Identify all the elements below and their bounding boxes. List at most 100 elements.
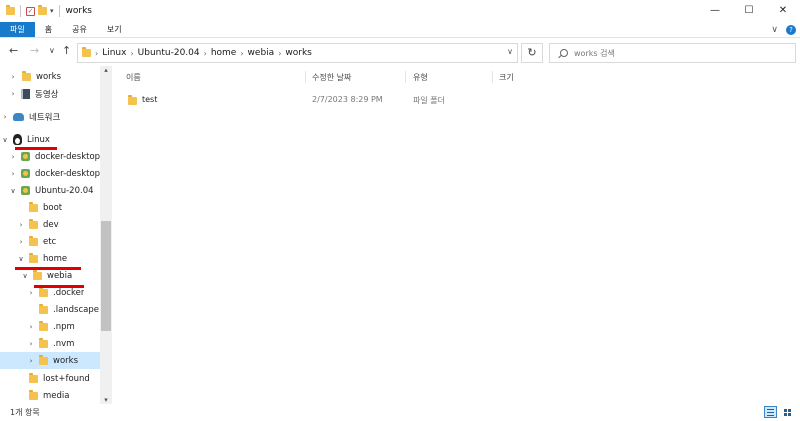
tree-item-works-pinned[interactable]: › works (0, 68, 100, 85)
tree-item-linux[interactable]: ∨ Linux (0, 131, 100, 148)
large-icons-view-icon[interactable] (781, 406, 794, 418)
tree-item-label: boot (43, 202, 63, 213)
annotation-underline-linux (15, 147, 57, 150)
chevron-right-icon[interactable]: › (26, 340, 36, 348)
divider (58, 5, 60, 17)
chevron-right-icon[interactable]: › (26, 357, 36, 365)
chevron-right-icon[interactable]: › (16, 238, 26, 246)
chevron-down-icon[interactable]: ∨ (16, 255, 26, 263)
window-controls: — ☐ ✕ (698, 0, 800, 22)
tree-item-docker-desktop[interactable]: › docker-desktop (0, 148, 100, 165)
tree-item-label: webia (47, 270, 73, 281)
tree-item-dev[interactable]: › dev (0, 216, 100, 233)
file-list: 이름 수정한 날짜 유형 크기 test 2/7/2023 8:29 PM 파일… (112, 66, 800, 404)
properties-icon[interactable]: ✓ (26, 6, 35, 16)
tree-item-network[interactable]: › 네트워크 (0, 108, 100, 125)
divider (20, 5, 21, 17)
column-header-date-modified[interactable]: 수정한 날짜 (312, 72, 351, 83)
chevron-right-icon[interactable]: › (8, 90, 18, 98)
chevron-right-icon[interactable]: › (204, 49, 207, 58)
tree-item-lost-found[interactable]: lost+found (0, 370, 100, 387)
search-input[interactable]: works 검색 (549, 43, 796, 63)
folder-icon (128, 95, 137, 105)
tab-file[interactable]: 파일 (0, 22, 35, 37)
customize-toolbar-icon[interactable]: ▾ (50, 7, 54, 15)
breadcrumb-webia[interactable]: webia (248, 48, 275, 58)
tab-share[interactable]: 공유 (62, 22, 97, 37)
scrollbar-thumb[interactable] (101, 221, 111, 331)
tree-item-label: Ubuntu-20.04 (35, 185, 94, 196)
tree-item-ubuntu[interactable]: ∨ Ubuntu-20.04 (0, 182, 100, 199)
address-bar[interactable]: › Linux › Ubuntu-20.04 › home › webia › … (77, 43, 518, 63)
expand-ribbon-button[interactable]: ∨ (771, 22, 778, 38)
tree-item-label: 동영상 (35, 89, 59, 100)
forward-button[interactable]: → (30, 44, 39, 57)
tree-item-label: .docker (53, 287, 85, 298)
tree-item-boot[interactable]: boot (0, 199, 100, 216)
chevron-right-icon[interactable]: › (16, 221, 26, 229)
minimize-button[interactable]: — (698, 0, 732, 22)
breadcrumb-works[interactable]: works (285, 48, 311, 58)
folder-icon (29, 218, 38, 229)
breadcrumb-linux[interactable]: Linux (102, 48, 126, 58)
up-button[interactable]: ↑ (62, 44, 71, 57)
file-type: 파일 폴더 (413, 96, 445, 105)
folder-icon (33, 269, 42, 280)
chevron-right-icon[interactable]: › (278, 49, 281, 58)
chevron-right-icon[interactable]: › (95, 49, 98, 58)
chevron-down-icon[interactable]: ∨ (8, 187, 18, 195)
column-header-name[interactable]: 이름 (126, 72, 141, 83)
breadcrumb-ubuntu[interactable]: Ubuntu-20.04 (138, 48, 200, 58)
distro-icon (21, 152, 30, 161)
tree-item-landscape[interactable]: .landscape (0, 301, 100, 318)
file-row[interactable]: test 2/7/2023 8:29 PM 파일 폴더 (112, 92, 800, 109)
address-dropdown-button[interactable]: ∨ (507, 47, 513, 56)
chevron-right-icon[interactable]: › (240, 49, 243, 58)
back-button[interactable]: ← (9, 44, 18, 57)
scroll-up-button[interactable]: ▴ (100, 66, 112, 74)
tab-home[interactable]: 홈 (35, 22, 62, 37)
tree-item-home[interactable]: ∨ home (0, 250, 100, 267)
navigation-scrollbar[interactable]: ▴ ▾ (100, 66, 112, 404)
tree-item-label: works (36, 71, 61, 82)
tree-item-nvm[interactable]: › .nvm (0, 335, 100, 352)
details-view-icon[interactable] (764, 406, 777, 418)
column-header-size[interactable]: 크기 (499, 72, 514, 83)
tree-item-videos[interactable]: › 동영상 (0, 85, 100, 102)
column-divider[interactable] (405, 71, 406, 83)
tab-view[interactable]: 보기 (97, 22, 132, 37)
navigation-pane: › works › 동영상 › 네트워크 ∨ Linux › docker-de… (0, 66, 112, 404)
help-icon[interactable]: ? (786, 25, 796, 35)
chevron-down-icon[interactable]: ∨ (0, 136, 10, 144)
chevron-right-icon[interactable]: › (0, 113, 10, 121)
breadcrumb-home[interactable]: home (211, 48, 237, 58)
tree-item-etc[interactable]: › etc (0, 233, 100, 250)
chevron-right-icon[interactable]: › (8, 73, 18, 81)
tree-item-npm[interactable]: › .npm (0, 318, 100, 335)
maximize-button[interactable]: ☐ (732, 0, 766, 22)
new-folder-icon[interactable] (38, 5, 47, 15)
chevron-down-icon[interactable]: ∨ (20, 272, 30, 280)
scroll-down-button[interactable]: ▾ (100, 396, 112, 404)
tree-item-media[interactable]: media (0, 387, 100, 404)
chevron-right-icon[interactable]: › (130, 49, 133, 58)
search-icon (560, 49, 568, 57)
recent-locations-button[interactable]: ∨ (49, 46, 55, 55)
folder-icon (29, 389, 38, 400)
tree-item-docker-desktop-data[interactable]: › docker-desktop- (0, 165, 100, 182)
close-button[interactable]: ✕ (766, 0, 800, 22)
folder-icon (39, 354, 48, 365)
tree-item-works-selected[interactable]: › works (0, 352, 100, 369)
chevron-right-icon[interactable]: › (8, 153, 18, 161)
distro-icon (21, 186, 30, 195)
video-icon (21, 88, 30, 99)
chevron-right-icon[interactable]: › (26, 289, 36, 297)
chevron-right-icon[interactable]: › (26, 323, 36, 331)
quick-access-toolbar: ✓ ▾ (0, 0, 62, 22)
column-header-type[interactable]: 유형 (413, 72, 428, 83)
chevron-right-icon[interactable]: › (8, 170, 18, 178)
column-divider[interactable] (492, 71, 493, 83)
folder-icon (6, 5, 15, 15)
column-divider[interactable] (305, 71, 306, 83)
refresh-button[interactable]: ↻ (521, 43, 543, 63)
